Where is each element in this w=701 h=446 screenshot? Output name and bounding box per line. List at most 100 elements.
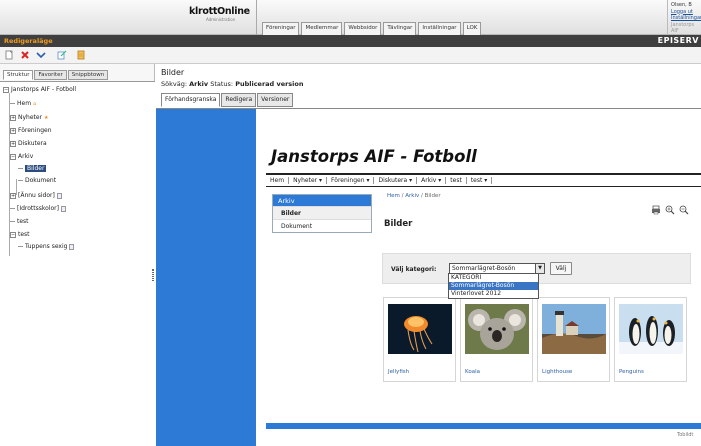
site-footer-band (266, 423, 701, 429)
koala-image[interactable] (465, 304, 529, 354)
breadcrumb-hem[interactable]: Hem (387, 193, 400, 199)
tab-installningar[interactable]: Inställningar (418, 22, 461, 35)
category-selected-value: Sommarlägret-Bosön (452, 265, 516, 272)
tree-root[interactable]: − Janstorps AIF - Fotboll (3, 85, 76, 94)
tree-item-label: Diskutera (18, 140, 47, 147)
new-page-icon[interactable] (4, 50, 14, 60)
tree-item-tuppens[interactable]: Tuppens sexig (18, 242, 75, 251)
edit-icon[interactable] (57, 50, 67, 60)
status-label: Status: (210, 80, 234, 88)
subnav-item-dokument[interactable]: Dokument (273, 219, 371, 232)
tab-lok[interactable]: LOK (462, 22, 482, 35)
image-caption[interactable]: Koala (465, 369, 480, 375)
tree-item-label: test (18, 231, 30, 238)
tree-item-bilder[interactable]: Bilder (18, 164, 47, 173)
collapse-icon[interactable]: − (10, 231, 16, 238)
gallery-card[interactable]: Koala (460, 297, 533, 382)
tree-item-idrottsskolor[interactable]: [Idrottsskolor] (10, 204, 66, 213)
tree-line (18, 180, 23, 181)
tree-line (10, 208, 15, 209)
expand-icon[interactable]: + (10, 140, 16, 147)
delete-icon[interactable] (20, 50, 30, 60)
nav-item-test[interactable]: test (446, 177, 467, 184)
nav-item-hem[interactable]: Hem (266, 177, 290, 184)
nav-item-diskutera[interactable]: Diskutera ▾ (374, 177, 418, 184)
gallery-card[interactable]: Penguins (614, 297, 687, 382)
print-icon[interactable] (651, 205, 661, 215)
tab-struktur[interactable]: Struktur (3, 70, 34, 80)
breadcrumb-arkiv[interactable]: Arkiv (405, 193, 419, 199)
expand-icon[interactable]: + (10, 127, 16, 134)
expand-icon[interactable]: + (10, 114, 16, 121)
bookmark-icon[interactable] (76, 50, 86, 60)
tree-item-diskutera[interactable]: + Diskutera (10, 139, 47, 148)
penguins-image[interactable] (619, 304, 683, 354)
image-caption[interactable]: Lighthouse (542, 369, 572, 375)
collapse-icon[interactable]: − (3, 86, 9, 93)
settings-link[interactable]: Inställningar (671, 15, 701, 22)
tab-foreningar[interactable]: Föreningar (262, 22, 300, 35)
tab-versions[interactable]: Versioner (257, 93, 294, 107)
zoom-out-icon[interactable] (679, 205, 689, 215)
tree-item-label: [Ännu sidor] (18, 192, 55, 199)
nav-item-test-2[interactable]: test ▾ (467, 177, 493, 184)
tree-item-hem[interactable]: Hem ⌂ (10, 99, 36, 108)
tab-edit[interactable]: Redigera (221, 93, 257, 107)
image-caption[interactable]: Penguins (619, 369, 644, 375)
tree-item-label: Föreningen (18, 127, 52, 134)
category-dropdown: KATEGORI Sommarlägret-Bosön Vinterlovet … (448, 273, 539, 299)
nav-item-nyheter[interactable]: Nyheter ▾ (289, 177, 328, 184)
tab-preview[interactable]: Förhandsgranska (161, 93, 221, 107)
move-icon[interactable] (36, 50, 46, 60)
tab-tavlingar[interactable]: Tävlingar (383, 22, 417, 35)
tree-item-arkiv[interactable]: − Arkiv (10, 152, 33, 161)
chevron-down-icon[interactable]: ▼ (535, 264, 544, 273)
nav-item-arkiv[interactable]: Arkiv ▾ (417, 177, 447, 184)
nav-item-foreningen[interactable]: Föreningen ▾ (327, 177, 375, 184)
start-page-icon: ⌂ (33, 100, 37, 107)
site-footer: Tobildt (677, 432, 694, 438)
tree-item-label: Bilder (25, 165, 47, 172)
content-heading: Bilder (384, 219, 413, 229)
image-caption[interactable]: Jellyfish (388, 369, 409, 375)
tree-item-annu-sidor[interactable]: + [Ännu sidor] (10, 191, 62, 200)
expand-icon[interactable]: + (10, 192, 16, 199)
tree-line (18, 168, 23, 169)
tree-item-dokument[interactable]: Dokument (18, 176, 56, 185)
gallery-card[interactable]: Lighthouse (537, 297, 610, 382)
user-box: Olsen, B Logga ut Inställningar Janstorp… (667, 0, 701, 35)
tab-medlemmar[interactable]: Medlemmar (301, 22, 343, 35)
divider (256, 0, 257, 35)
dropdown-option[interactable]: KATEGORI (449, 274, 538, 282)
page-tools (651, 205, 689, 215)
tree-item-test-1[interactable]: test (10, 217, 29, 226)
tree-item-test-2[interactable]: − test (10, 230, 30, 239)
panel-resize-handle[interactable] (152, 269, 154, 281)
tree-item-foreningen[interactable]: + Föreningen (10, 126, 52, 135)
tab-webbsidor[interactable]: Webbsidor (344, 22, 382, 35)
select-button[interactable]: Välj (550, 262, 572, 275)
jellyfish-image[interactable] (388, 304, 452, 354)
tab-favoriter[interactable]: Favoriter (34, 70, 67, 80)
tree-item-label: Arkiv (18, 153, 34, 160)
collapse-icon[interactable]: − (10, 153, 16, 160)
dropdown-option-selected[interactable]: Sommarlägret-Bosön (449, 282, 538, 290)
path-value: Arkiv (189, 80, 209, 88)
subnav-item-bilder[interactable]: Bilder (273, 206, 371, 219)
gallery-card[interactable]: Jellyfish (383, 297, 456, 382)
page-icon (60, 205, 66, 212)
tab-snippets[interactable]: Snippbtown (67, 70, 109, 80)
tree-item-nyheter[interactable]: + Nyheter ★ (10, 113, 49, 122)
preview-frame: Janstorps AIF - Fotboll Hem Nyheter ▾ Fö… (156, 108, 701, 446)
zoom-in-icon[interactable] (665, 205, 675, 215)
top-bar: klrottOnline Administration Föreningar M… (0, 0, 701, 35)
subnav-heading[interactable]: Arkiv (273, 195, 371, 206)
page-tree: − Janstorps AIF - Fotboll Hem ⌂ + Nyhete… (0, 81, 155, 446)
lighthouse-image[interactable] (542, 304, 606, 354)
dropdown-option[interactable]: Vinterlovet 2012 (449, 290, 538, 298)
tree-item-label: Tuppens sexig (25, 243, 68, 250)
category-label: Välj kategori: (391, 266, 437, 273)
page-icon (69, 243, 75, 250)
content-panel: Bilder Sökväg: Arkiv Status: Publicerad … (156, 64, 701, 446)
tree-item-label: Dokument (25, 177, 57, 184)
